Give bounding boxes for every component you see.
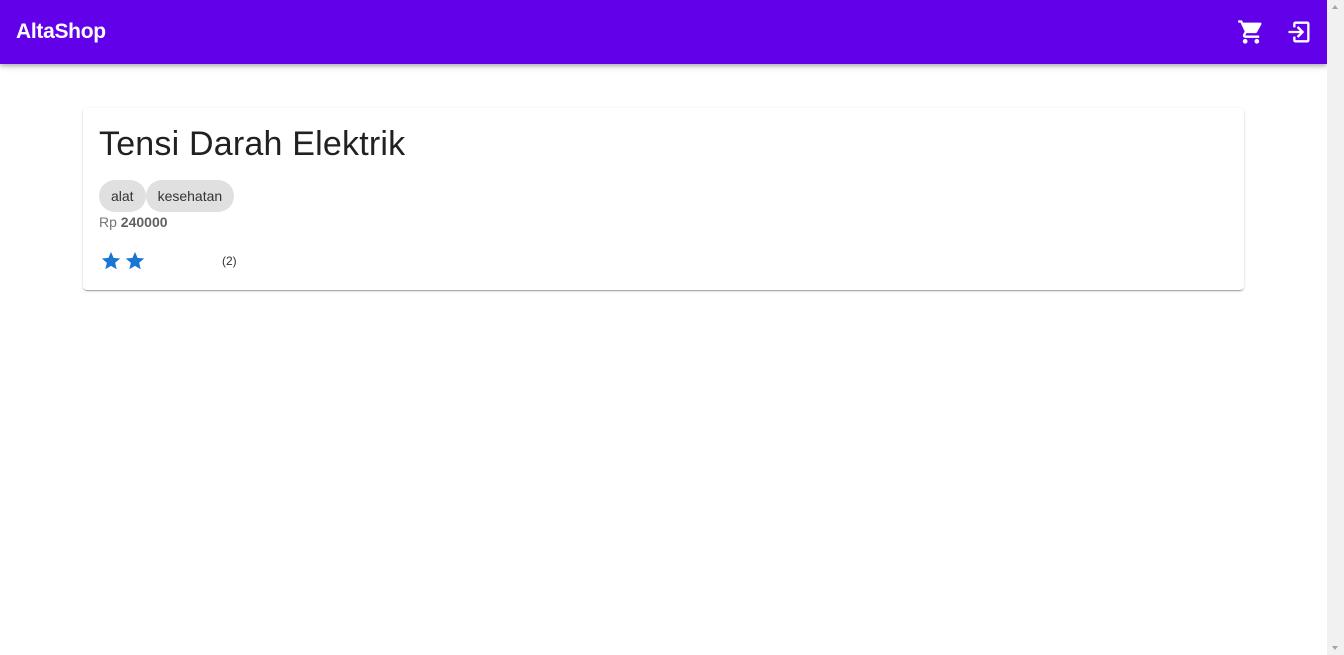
app-title[interactable]: AltaShop xyxy=(16,20,106,44)
rating-count: (2) xyxy=(222,254,237,268)
cart-button[interactable] xyxy=(1227,8,1275,56)
cart-icon xyxy=(1238,20,1262,44)
vertical-scrollbar[interactable] xyxy=(1327,0,1344,655)
product-card: Tensi Darah Elektrik alat kesehatan Rp 2… xyxy=(83,108,1244,290)
category-chips: alat kesehatan xyxy=(99,180,235,212)
login-icon xyxy=(1288,21,1310,43)
product-rating: (2) xyxy=(99,249,237,273)
app-bar: AltaShop xyxy=(0,0,1327,64)
star-icon xyxy=(99,249,123,273)
category-chip[interactable]: alat xyxy=(99,180,146,212)
price-currency: Rp xyxy=(99,214,117,230)
login-button[interactable] xyxy=(1275,8,1323,56)
star-icon xyxy=(123,249,147,273)
price-value: 240000 xyxy=(120,214,168,230)
app-viewport: AltaShop Tensi Darah Elektrik alat keseh… xyxy=(0,0,1327,655)
category-chip[interactable]: kesehatan xyxy=(145,180,235,212)
product-price: Rp 240000 xyxy=(99,214,168,230)
scroll-up-arrow-icon[interactable] xyxy=(1332,5,1338,9)
product-title: Tensi Darah Elektrik xyxy=(99,125,406,163)
scroll-down-arrow-icon[interactable] xyxy=(1332,646,1338,650)
